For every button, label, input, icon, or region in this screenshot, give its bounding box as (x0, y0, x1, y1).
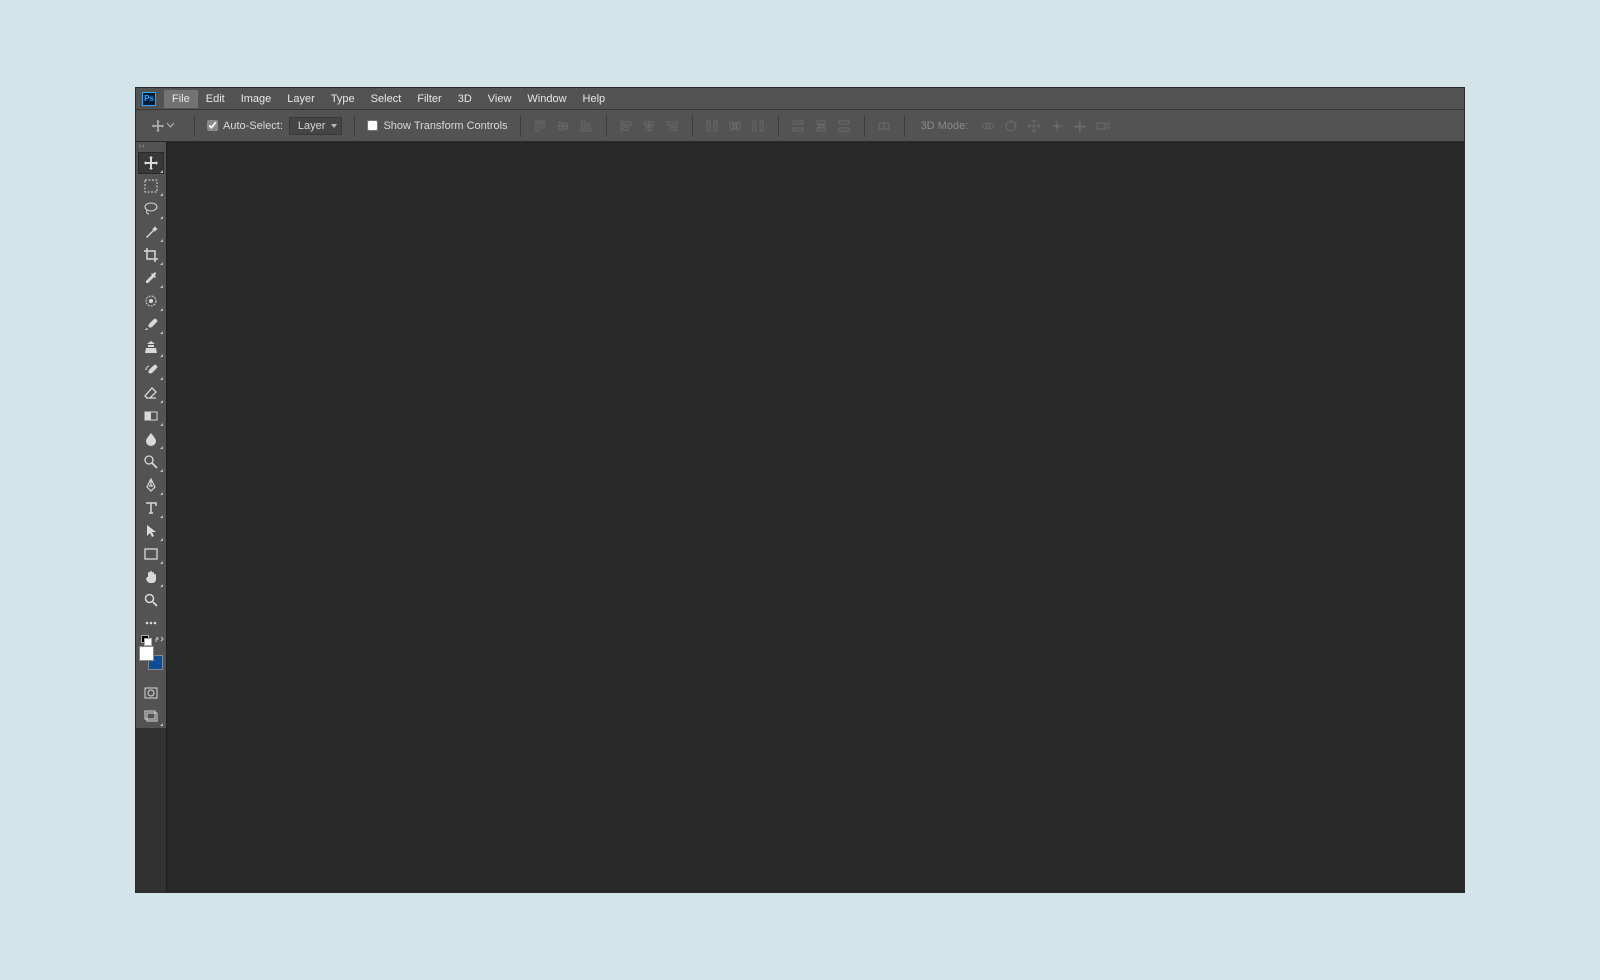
distribute-top-icon[interactable] (705, 118, 720, 133)
zoom-tool[interactable] (138, 589, 164, 611)
app-logo: Ps (142, 92, 156, 106)
menubar: Ps FileEditImageLayerTypeSelectFilter3DV… (136, 88, 1464, 109)
tools-panel (136, 150, 166, 728)
clone-stamp-tool[interactable] (138, 336, 164, 358)
menu-view[interactable]: View (480, 90, 520, 108)
type-tool[interactable] (138, 497, 164, 519)
align-right-icon[interactable] (665, 118, 680, 133)
magic-wand-tool[interactable] (138, 221, 164, 243)
menu-3d[interactable]: 3D (450, 90, 480, 108)
3d-orbit-icon[interactable] (980, 118, 995, 133)
menu-filter[interactable]: Filter (409, 90, 449, 108)
options-bar: Auto-Select: Layer Show Transform Contro… (136, 109, 1464, 142)
distribute-left-icon[interactable] (791, 118, 806, 133)
blur-tool[interactable] (138, 428, 164, 450)
menu-help[interactable]: Help (575, 90, 614, 108)
default-colors-icon[interactable] (141, 635, 149, 643)
move-icon (150, 118, 165, 133)
history-brush-tool[interactable] (138, 359, 164, 381)
3d-camera-icon[interactable] (1095, 118, 1110, 133)
pen-tool[interactable] (138, 474, 164, 496)
lasso-tool[interactable] (138, 198, 164, 220)
path-selection-tool[interactable] (138, 520, 164, 542)
3d-scale-icon[interactable] (1072, 118, 1087, 133)
align-vertical-group (533, 118, 594, 133)
align-left-icon[interactable] (619, 118, 634, 133)
foreground-color[interactable] (139, 646, 154, 661)
quick-mask-tool[interactable] (138, 682, 164, 704)
align-bottom-icon[interactable] (579, 118, 594, 133)
dodge-tool[interactable] (138, 451, 164, 473)
current-tool-indicator[interactable] (150, 118, 174, 133)
gradient-tool[interactable] (138, 405, 164, 427)
distribute-right-icon[interactable] (837, 118, 852, 133)
distribute-bottom-icon[interactable] (751, 118, 766, 133)
menu-file[interactable]: File (164, 90, 198, 108)
menu-image[interactable]: Image (233, 90, 280, 108)
3d-tools-group (980, 118, 1110, 133)
3d-pan-icon[interactable] (1026, 118, 1041, 133)
crop-tool[interactable] (138, 244, 164, 266)
screen-mode-tool[interactable] (138, 705, 164, 727)
distribute-h-group (791, 118, 852, 133)
marquee-tool[interactable] (138, 175, 164, 197)
swap-colors-icon[interactable] (155, 636, 163, 644)
hand-tool[interactable] (138, 566, 164, 588)
distribute-vcenter-icon[interactable] (728, 118, 743, 133)
edit-toolbar[interactable] (138, 612, 164, 634)
toolbar-expand-handle[interactable]: ›› (136, 142, 166, 150)
menu-type[interactable]: Type (323, 90, 363, 108)
distribute-hcenter-icon[interactable] (814, 118, 829, 133)
menu-edit[interactable]: Edit (198, 90, 233, 108)
brush-tool[interactable] (138, 313, 164, 335)
auto-align-icon[interactable] (877, 118, 892, 133)
move-tool[interactable] (138, 152, 164, 174)
distribute-group (705, 118, 766, 133)
eyedropper-tool[interactable] (138, 267, 164, 289)
menu-select[interactable]: Select (363, 90, 410, 108)
spot-healing-tool[interactable] (138, 290, 164, 312)
align-horizontal-group (619, 118, 680, 133)
menu-window[interactable]: Window (519, 90, 574, 108)
align-top-icon[interactable] (533, 118, 548, 133)
auto-select-checkbox[interactable]: Auto-Select: (207, 120, 283, 132)
3d-mode-label: 3D Mode: (921, 120, 969, 132)
color-swatches[interactable] (139, 646, 163, 670)
canvas-area[interactable] (166, 142, 1464, 892)
eraser-tool[interactable] (138, 382, 164, 404)
app-body: ›› (136, 142, 1464, 892)
menu-layer[interactable]: Layer (279, 90, 323, 108)
auto-select-dropdown[interactable]: Layer (289, 117, 343, 135)
app-window: Ps FileEditImageLayerTypeSelectFilter3DV… (136, 88, 1464, 892)
show-transform-checkbox[interactable]: Show Transform Controls (367, 120, 507, 132)
align-hcenter-icon[interactable] (642, 118, 657, 133)
3d-slide-icon[interactable] (1049, 118, 1064, 133)
rectangle-tool[interactable] (138, 543, 164, 565)
chevron-down-icon (167, 122, 174, 129)
align-vcenter-icon[interactable] (556, 118, 571, 133)
3d-roll-icon[interactable] (1003, 118, 1018, 133)
